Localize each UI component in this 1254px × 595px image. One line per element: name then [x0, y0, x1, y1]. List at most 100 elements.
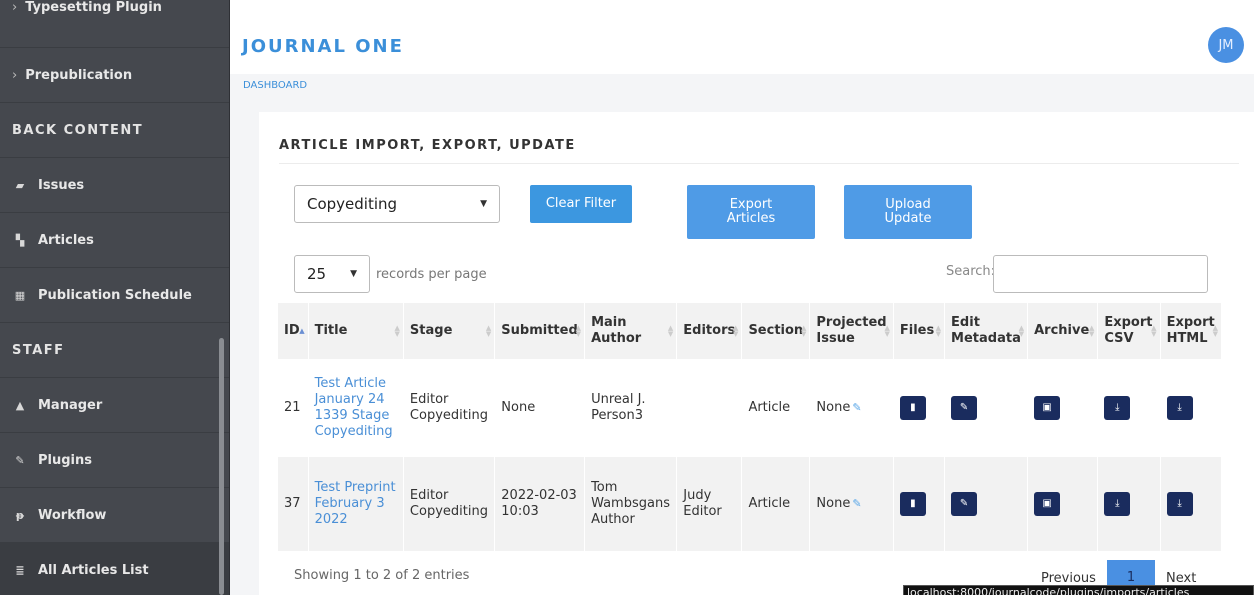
column-header-section[interactable]: Section ▲ ▼ [741, 303, 811, 359]
column-header-id[interactable]: ID ▲ [278, 303, 309, 359]
divider [279, 163, 1239, 164]
sidebar-section-label: BACK CONTENT [12, 122, 144, 138]
cell-submitted: 2022-02-03 10:03 [494, 457, 586, 551]
sort-icon: ▲ ▼ [667, 324, 674, 338]
caret-down-icon: ▼ [350, 269, 357, 279]
sidebar-section-back-content: BACK CONTENT [0, 103, 229, 158]
column-header-submitted[interactable]: Submitted ▲ ▼ [494, 303, 586, 359]
sort-icon: ▲ ▼ [1151, 324, 1157, 338]
plug-icon: ✎ [15, 453, 25, 467]
journal-title[interactable]: JOURNAL ONE [242, 36, 404, 57]
sidebar-item-typesetting-plugin[interactable]: › Typesetting Plugin [0, 0, 229, 48]
cell-projected-issue: None ✎ [809, 359, 894, 457]
sidebar-item-workflow[interactable]: ᵽ Workflow [0, 488, 229, 543]
sidebar: › Typesetting Plugin › Prepublication BA… [0, 0, 230, 595]
export-html-button[interactable]: ⤓ [1166, 396, 1193, 420]
cell-section: Article [741, 457, 811, 551]
edit-metadata-button[interactable]: ✎ [951, 492, 978, 516]
sort-icon: ▲ ▼ [1212, 324, 1218, 338]
cell-main-author: Unreal J. Person3 [584, 359, 678, 457]
files-button[interactable]: ▮ [899, 492, 926, 516]
sort-icon: ▲ ▼ [884, 324, 890, 338]
column-header-edit-metadata[interactable]: Edit Metadata ▲ ▼ [944, 303, 1029, 359]
article-title-link[interactable]: Test Preprint February 3 2022 [315, 480, 396, 527]
cell-section: Article [741, 359, 811, 457]
sidebar-item-all-articles-list[interactable]: ≣ All Articles List [0, 543, 229, 595]
cell-main-author: Tom Wambsgans Author [584, 457, 678, 551]
sidebar-item-label: Prepublication [25, 67, 133, 83]
column-header-main-author[interactable]: Main Author ▲ ▼ [584, 303, 678, 359]
cell-editors [676, 359, 743, 457]
cell-id: 37 [278, 457, 309, 551]
sidebar-scrollbar[interactable] [219, 338, 224, 595]
sort-icon: ▲ ▼ [575, 324, 582, 338]
workflow-icon: ᵽ [15, 508, 25, 522]
table-row: 37 Test Preprint February 3 2022 Editor … [278, 457, 1223, 551]
export-articles-button[interactable]: Export Articles [687, 185, 815, 239]
upload-update-button[interactable]: Upload Update [844, 185, 972, 239]
sort-icon: ▲ ▼ [801, 324, 807, 338]
table-header-row: ID ▲ Title ▲ ▼ Stage ▲ ▼ Submitted ▲ ▼ Main Aut… [278, 303, 1223, 359]
previous-page-button[interactable]: Previous [1041, 571, 1096, 586]
sidebar-section-staff: STAFF [0, 323, 229, 378]
sort-icon: ▲ ▼ [1088, 324, 1095, 338]
article-title-link[interactable]: Test Article January 24 1339 Stage Copye… [315, 376, 393, 439]
cell-stage: Editor Copyediting [403, 457, 496, 551]
sidebar-item-label: Issues [38, 177, 85, 193]
sidebar-item-prepublication[interactable]: › Prepublication [0, 48, 229, 103]
stage-filter-select[interactable]: Copyediting ▼ [294, 185, 500, 223]
sidebar-item-label: Manager [38, 397, 103, 413]
column-header-export-csv[interactable]: Export CSV ▲ ▼ [1097, 303, 1161, 359]
sidebar-item-manager[interactable]: ▲ Manager [0, 378, 229, 433]
lock-icon: ▲ [15, 398, 25, 412]
sort-asc-icon: ▲ [299, 327, 305, 335]
sidebar-item-articles[interactable]: ▚ Articles [0, 213, 229, 268]
search-label: Search: [946, 264, 996, 279]
table-row: 21 Test Article January 24 1339 Stage Co… [278, 359, 1223, 457]
next-page-button[interactable]: Next [1166, 571, 1196, 586]
chevron-right-icon: › [12, 0, 18, 15]
files-button[interactable]: ▮ [899, 396, 926, 420]
column-header-export-html[interactable]: Export HTML ▲ ▼ [1160, 303, 1223, 359]
clear-filter-button[interactable]: Clear Filter [530, 185, 632, 223]
sidebar-item-label: Workflow [38, 507, 107, 523]
status-bar-url: localhost:8000/journalcode/plugins/impor… [903, 585, 1254, 595]
avatar[interactable]: JM [1208, 27, 1244, 63]
list-icon: ≣ [15, 563, 25, 577]
export-csv-button[interactable]: ⤓ [1104, 396, 1131, 420]
edit-issue-icon[interactable]: ✎ [852, 401, 861, 414]
sidebar-item-label: Typesetting Plugin [25, 0, 162, 15]
sidebar-item-publication-schedule[interactable]: ▦ Publication Schedule [0, 268, 229, 323]
breadcrumb[interactable]: DASHBOARD [243, 80, 307, 91]
sidebar-item-issues[interactable]: ▰ Issues [0, 158, 229, 213]
sidebar-item-label: Publication Schedule [38, 287, 192, 303]
file-icon: ▚ [15, 233, 25, 247]
sort-icon: ▲ ▼ [485, 324, 492, 338]
sidebar-item-label: All Articles List [38, 562, 149, 578]
edit-metadata-button[interactable]: ✎ [951, 396, 978, 420]
sidebar-item-plugins[interactable]: ✎ Plugins [0, 433, 229, 488]
cell-editors: Judy Editor [676, 457, 743, 551]
edit-issue-icon[interactable]: ✎ [852, 497, 861, 510]
records-per-page-label: records per page [376, 267, 487, 282]
export-html-button[interactable]: ⤓ [1166, 492, 1193, 516]
column-header-files[interactable]: Files ▲ ▼ [893, 303, 946, 359]
column-header-stage[interactable]: Stage ▲ ▼ [403, 303, 496, 359]
column-header-title[interactable]: Title ▲ ▼ [308, 303, 404, 359]
records-per-page-select[interactable]: 25 ▼ [294, 255, 370, 293]
calendar-icon: ▦ [14, 288, 26, 302]
sort-icon: ▲ ▼ [935, 324, 942, 338]
sidebar-section-label: STAFF [12, 342, 65, 358]
search-input[interactable] [993, 255, 1208, 293]
export-csv-button[interactable]: ⤓ [1104, 492, 1131, 516]
articles-table: ID ▲ Title ▲ ▼ Stage ▲ ▼ Submitted ▲ ▼ Main Aut… [278, 303, 1223, 551]
sort-icon: ▲ ▼ [1018, 324, 1025, 338]
top-header: JOURNAL ONE JM [230, 0, 1254, 74]
column-header-editors[interactable]: Editors ▲ ▼ [676, 303, 743, 359]
archive-button[interactable]: ▣ [1034, 396, 1061, 420]
column-header-projected-issue[interactable]: Projected Issue ▲ ▼ [809, 303, 894, 359]
cell-id: 21 [278, 359, 309, 457]
column-header-archive[interactable]: Archive ▲ ▼ [1027, 303, 1099, 359]
article-import-export-card: ARTICLE IMPORT, EXPORT, UPDATE Copyediti… [259, 112, 1254, 595]
archive-button[interactable]: ▣ [1034, 492, 1061, 516]
